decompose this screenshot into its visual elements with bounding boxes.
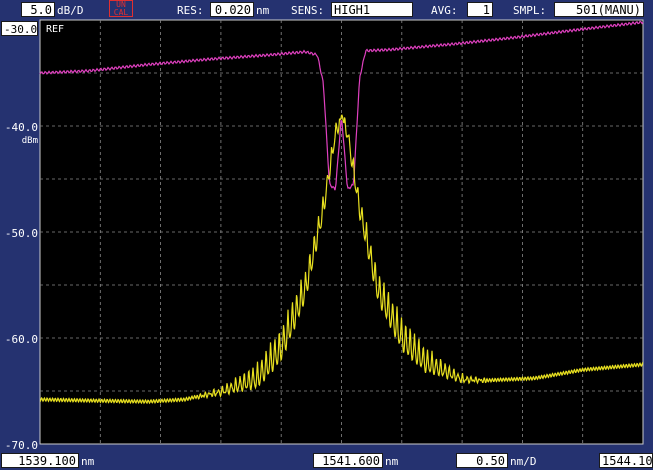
spectrum-plot[interactable] bbox=[0, 0, 653, 470]
span-unit: nm/D bbox=[510, 455, 537, 468]
y-tick-label: -50.0 bbox=[4, 227, 38, 240]
stop-wavelength-value[interactable]: 1544.10 bbox=[599, 453, 653, 468]
ref-label: REF bbox=[46, 24, 65, 35]
span-value[interactable]: 0.50 bbox=[456, 453, 508, 468]
center-wavelength-value[interactable]: 1541.600 bbox=[313, 453, 383, 468]
center-wavelength-unit: nm bbox=[385, 455, 399, 468]
y-axis-unit: dBm bbox=[21, 136, 38, 146]
y-tick-label: -70.0 bbox=[4, 439, 38, 452]
start-wavelength-value[interactable]: 1539.100 bbox=[1, 453, 79, 468]
y-tick-label: -60.0 bbox=[4, 333, 38, 346]
y-tick-label: -40.0 bbox=[4, 121, 38, 134]
start-wavelength-unit: nm bbox=[81, 455, 95, 468]
